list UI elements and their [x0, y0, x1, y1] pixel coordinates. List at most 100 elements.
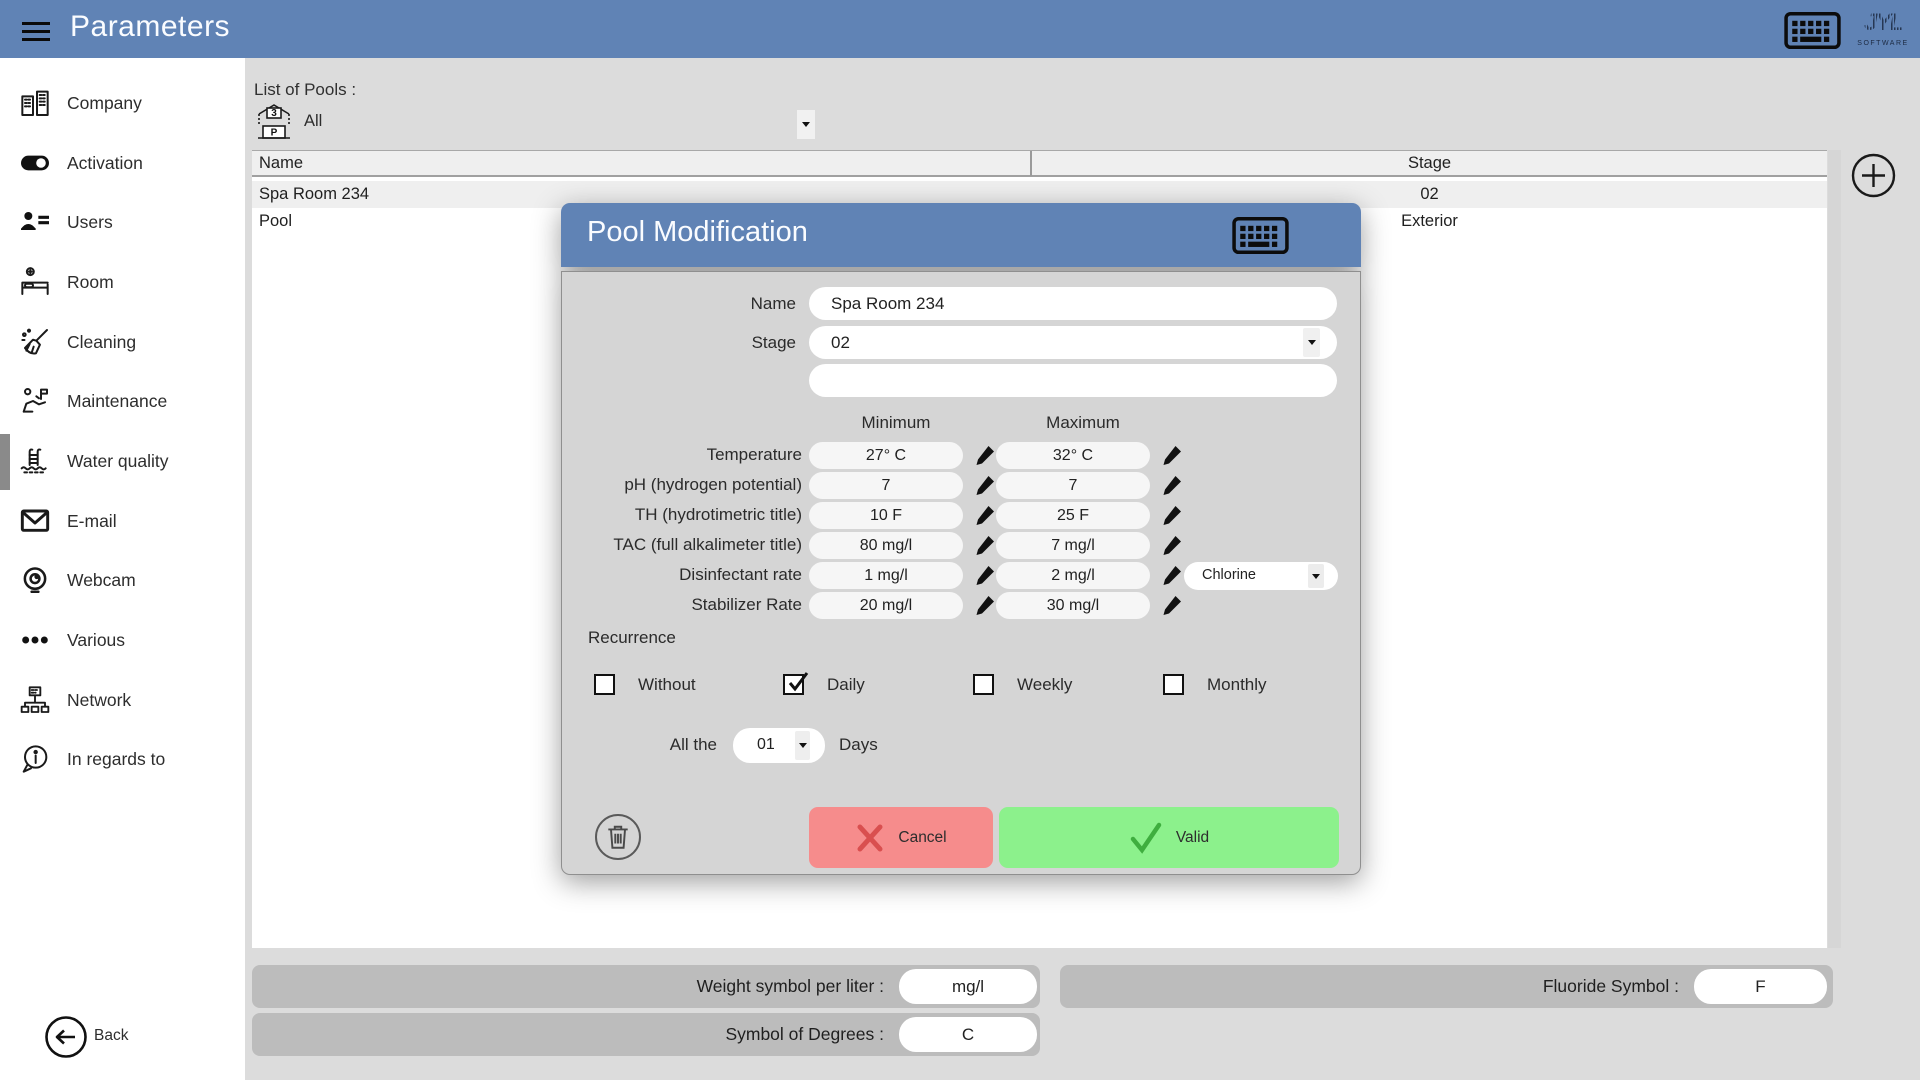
- checkbox-daily: Daily: [783, 672, 973, 700]
- disinfectant-type-value: Chlorine: [1202, 567, 1256, 583]
- chevron-down-icon[interactable]: [797, 110, 815, 139]
- limit-row-temperature: Temperature 27° C 32° C: [562, 442, 1362, 469]
- column-header-name[interactable]: Name: [259, 154, 303, 173]
- keyboard-icon[interactable]: [1232, 217, 1289, 254]
- pool-modification-dialog: Pool Modification Name Spa Room 234 Stag…: [561, 203, 1361, 875]
- edit-pencil-icon[interactable]: [1161, 444, 1183, 466]
- edit-pencil-icon[interactable]: [1161, 474, 1183, 496]
- cell-name: Spa Room 234: [259, 185, 369, 204]
- extra-field[interactable]: [809, 364, 1337, 397]
- pools-filter-dropdown[interactable]: 3 P All: [252, 100, 817, 144]
- vertical-scrollbar[interactable]: [1828, 150, 1841, 948]
- min-field[interactable]: 80 mg/l: [809, 532, 963, 559]
- edit-pencil-icon[interactable]: [1161, 564, 1183, 586]
- limit-row-ph: pH (hydrogen potential) 7 7: [562, 472, 1362, 499]
- checkbox[interactable]: [973, 674, 994, 695]
- cell-stage: 02: [1032, 185, 1827, 204]
- stage-value: 02: [831, 333, 850, 353]
- edit-pencil-icon[interactable]: [974, 504, 996, 526]
- interval-row: All the 01 Days: [562, 728, 1362, 763]
- sidebar-item-webcam[interactable]: Webcam: [0, 554, 245, 606]
- checkbox[interactable]: [594, 674, 615, 695]
- sidebar-item-label: Maintenance: [67, 391, 167, 412]
- edit-pencil-icon[interactable]: [974, 474, 996, 496]
- sidebar-item-water-quality[interactable]: Water quality: [0, 435, 245, 487]
- x-icon: [855, 823, 885, 853]
- toggle-icon: [16, 144, 54, 182]
- logo-caption: SOFTWARE: [1852, 40, 1914, 47]
- webcam-icon: [16, 561, 54, 599]
- max-field[interactable]: 2 mg/l: [996, 562, 1150, 589]
- delete-pool-button[interactable]: [595, 814, 641, 860]
- sidebar-item-network[interactable]: Network: [0, 674, 245, 726]
- min-field[interactable]: 7: [809, 472, 963, 499]
- edit-pencil-icon[interactable]: [974, 444, 996, 466]
- sidebar-item-room[interactable]: Room: [0, 256, 245, 308]
- name-field[interactable]: Spa Room 234: [809, 287, 1337, 320]
- min-field[interactable]: 27° C: [809, 442, 963, 469]
- chevron-down-icon[interactable]: [1308, 564, 1324, 588]
- sidebar-item-various[interactable]: Various: [0, 614, 245, 666]
- valid-button[interactable]: Valid: [999, 807, 1339, 868]
- edit-pencil-icon[interactable]: [974, 594, 996, 616]
- back-arrow-icon: [44, 1015, 88, 1059]
- sidebar-item-cleaning[interactable]: Cleaning: [0, 316, 245, 368]
- max-field[interactable]: 30 mg/l: [996, 592, 1150, 619]
- users-icon: [16, 203, 54, 241]
- add-pool-button[interactable]: [1851, 153, 1896, 198]
- min-field[interactable]: 1 mg/l: [809, 562, 963, 589]
- sidebar: Company Activation Users Room Cleaning M…: [0, 58, 245, 1080]
- degrees-symbol-label: Symbol of Degrees :: [725, 1024, 884, 1045]
- max-field[interactable]: 25 F: [996, 502, 1150, 529]
- min-field[interactable]: 10 F: [809, 502, 963, 529]
- checkbox[interactable]: [783, 674, 804, 695]
- max-field[interactable]: 32° C: [996, 442, 1150, 469]
- interval-days-select[interactable]: 01: [733, 728, 825, 763]
- maximum-header: Maximum: [996, 413, 1170, 433]
- sidebar-item-email[interactable]: E-mail: [0, 495, 245, 547]
- back-button[interactable]: Back: [44, 1015, 164, 1059]
- minimum-header: Minimum: [809, 413, 983, 433]
- weight-symbol-field[interactable]: mg/l: [899, 969, 1037, 1004]
- checkbox[interactable]: [1163, 674, 1184, 695]
- logo-text: JYL: [1852, 6, 1914, 40]
- fluoride-symbol-field[interactable]: F: [1694, 969, 1827, 1004]
- sidebar-item-label: Webcam: [67, 570, 136, 591]
- sidebar-item-maintenance[interactable]: Maintenance: [0, 375, 245, 427]
- sidebar-item-activation[interactable]: Activation: [0, 137, 245, 189]
- edit-pencil-icon[interactable]: [1161, 534, 1183, 556]
- company-icon: [16, 84, 54, 122]
- pool-building-icon: 3 P: [254, 102, 294, 144]
- cancel-button[interactable]: Cancel: [809, 807, 993, 868]
- column-header-stage[interactable]: Stage: [1032, 154, 1827, 173]
- ellipsis-icon: [16, 621, 54, 659]
- hamburger-menu-icon[interactable]: [22, 22, 50, 41]
- sidebar-item-label: E-mail: [67, 511, 117, 532]
- checkbox-label: Monthly: [1207, 675, 1267, 695]
- chevron-down-icon[interactable]: [1303, 328, 1320, 357]
- keyboard-icon[interactable]: [1784, 12, 1841, 49]
- pools-filter-value: All: [304, 112, 322, 131]
- max-field[interactable]: 7: [996, 472, 1150, 499]
- edit-pencil-icon[interactable]: [974, 564, 996, 586]
- sidebar-item-label: Network: [67, 690, 131, 711]
- edit-pencil-icon[interactable]: [1161, 594, 1183, 616]
- sidebar-item-in-regards-to[interactable]: In regards to: [0, 733, 245, 785]
- sidebar-item-users[interactable]: Users: [0, 196, 245, 248]
- disinfectant-type-select[interactable]: Chlorine: [1184, 562, 1338, 590]
- dialog-header[interactable]: Pool Modification: [561, 203, 1361, 267]
- cell-name: Pool: [259, 212, 292, 231]
- envelope-icon: [16, 502, 54, 540]
- edit-pencil-icon[interactable]: [974, 534, 996, 556]
- stage-select[interactable]: 02: [809, 326, 1337, 359]
- sidebar-item-label: Users: [67, 212, 113, 233]
- degrees-symbol-field[interactable]: C: [899, 1017, 1037, 1052]
- sidebar-item-company[interactable]: Company: [0, 77, 245, 129]
- chevron-down-icon[interactable]: [795, 731, 810, 760]
- edit-pencil-icon[interactable]: [1161, 504, 1183, 526]
- min-field[interactable]: 20 mg/l: [809, 592, 963, 619]
- checkbox-label: Weekly: [1017, 675, 1072, 695]
- row-label: pH (hydrogen potential): [562, 475, 802, 495]
- limit-row-disinfectant: Disinfectant rate 1 mg/l 2 mg/l Chlorine: [562, 562, 1362, 589]
- max-field[interactable]: 7 mg/l: [996, 532, 1150, 559]
